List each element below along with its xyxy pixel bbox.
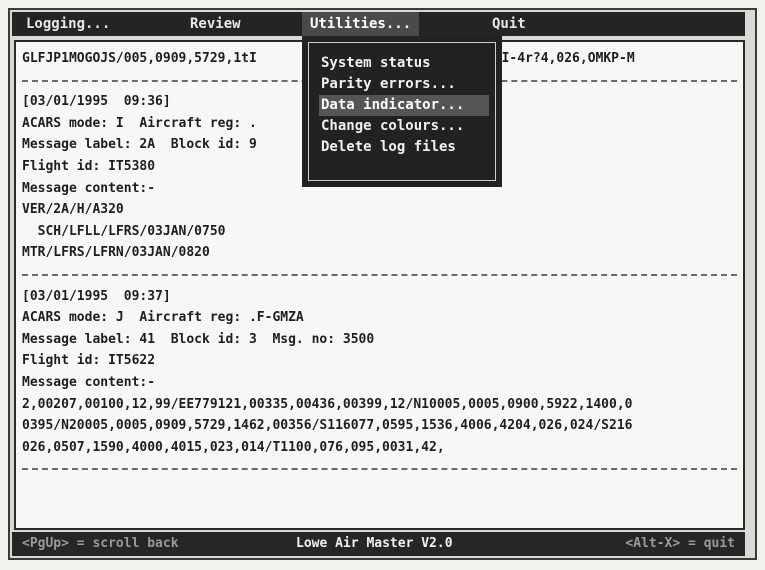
header-fragment-left: GLFJP1MOGOJS/005,0909,5729,1tI [22,51,257,66]
menu-quit[interactable]: Quit [492,12,526,36]
entry1-content-line: SCH/LFLL/LFRS/03JAN/0750 [22,223,226,239]
entry1-content-line: VER/2A/H/A320 [22,202,124,218]
menu-review[interactable]: Review [190,12,241,36]
menu-item-change-colours[interactable]: Change colours... [319,116,489,137]
entry2-flight: Flight id: IT5622 [22,353,156,369]
entry2-content-heading: Message content:- [22,374,156,390]
entry2-label: Message label: 41 Block id: 3 Msg. no: 3… [22,331,375,347]
entry2-content-line: 2,00207,00100,12,99/EE779121,00335,00436… [22,396,633,412]
entry2-content-line: 026,0507,1590,4000,4015,023,014/T1100,07… [22,439,445,455]
utilities-dropdown-menu: System status Parity errors... Data indi… [302,36,502,187]
menu-utilities[interactable]: Utilities... [302,12,420,36]
scroll-back-hint: <PgUp> = scroll back [22,536,179,551]
menu-item-delete-log-files[interactable]: Delete log files [319,137,489,158]
separator [22,264,737,286]
menu-item-parity-errors[interactable]: Parity errors... [319,74,489,95]
entry2-mode: ACARS mode: J Aircraft reg: .F-GMZA [22,310,304,326]
quit-hint: <Alt-X> = quit [625,536,735,551]
entry2-content-line: 0395/N20005,0005,0909,5729,1462,00356/S1… [22,418,633,434]
status-bar: <PgUp> = scroll back Lowe Air Master V2.… [12,532,745,556]
separator [22,458,737,480]
menu-item-data-indicator[interactable]: Data indicator... [319,95,489,116]
menu-item-system-status[interactable]: System status [319,53,489,74]
dropdown-border: System status Parity errors... Data indi… [308,42,496,181]
entry2-timestamp: [03/01/1995 09:37] [22,288,171,304]
entry1-content-line: MTR/LFRS/LFRN/03JAN/0820 [22,245,210,261]
app-title: Lowe Air Master V2.0 [296,536,453,551]
menu-logging[interactable]: Logging... [26,12,110,36]
menu-bar: Logging... Review Utilities... Quit [12,12,745,36]
